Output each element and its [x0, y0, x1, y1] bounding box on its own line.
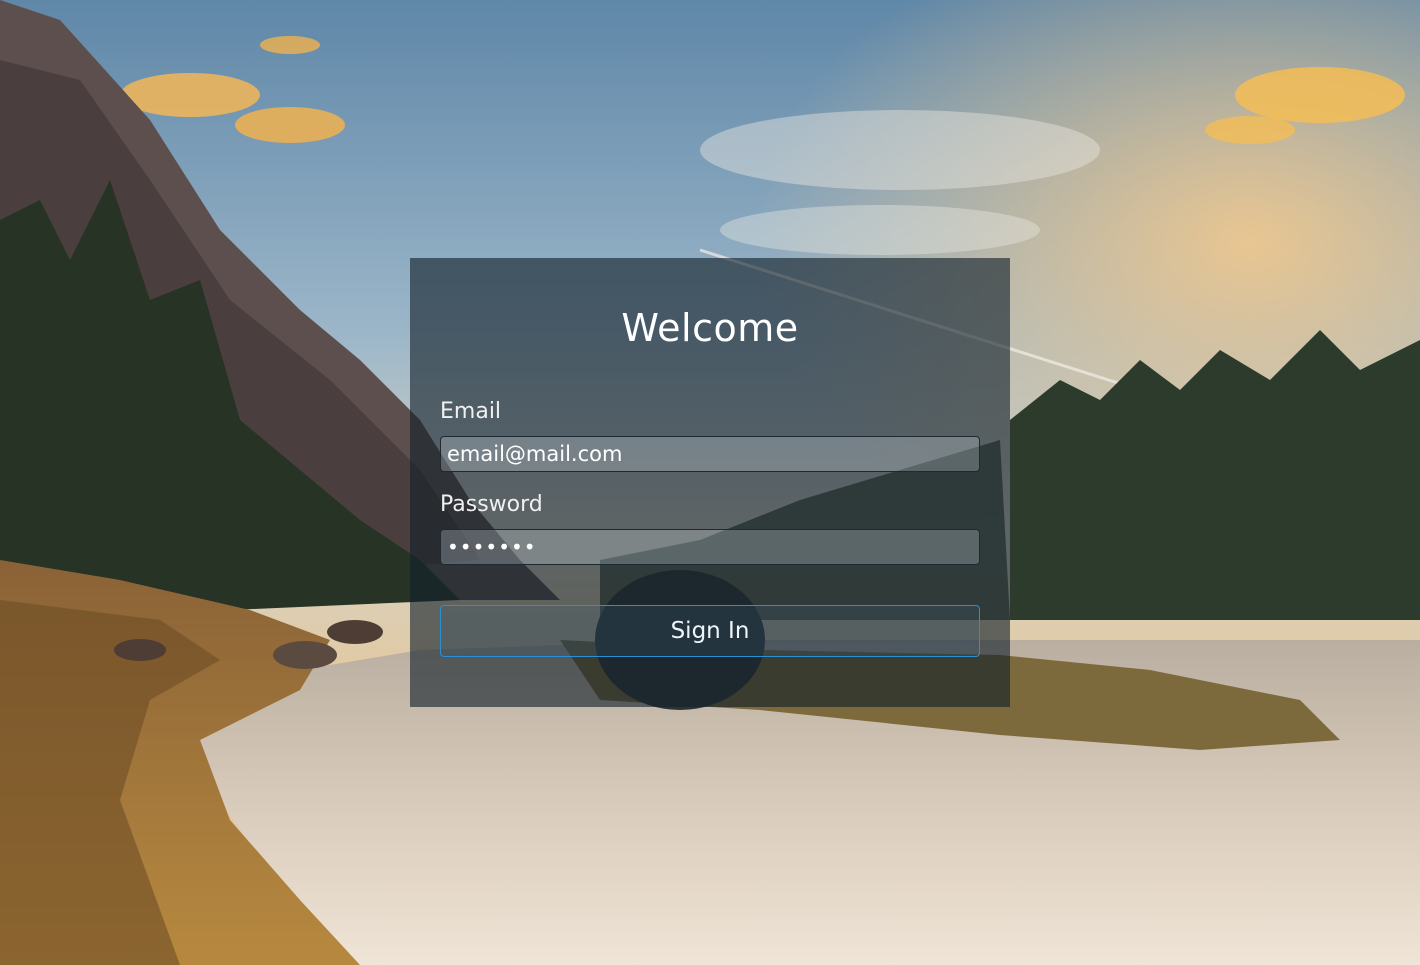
sign-in-button[interactable]: Sign In — [440, 605, 980, 657]
password-label: Password — [440, 492, 543, 517]
welcome-heading: Welcome — [621, 306, 799, 350]
password-field[interactable] — [440, 529, 980, 565]
login-page: Welcome Email Password Sign In — [0, 0, 1420, 965]
email-field[interactable] — [440, 436, 980, 472]
email-label: Email — [440, 399, 502, 424]
